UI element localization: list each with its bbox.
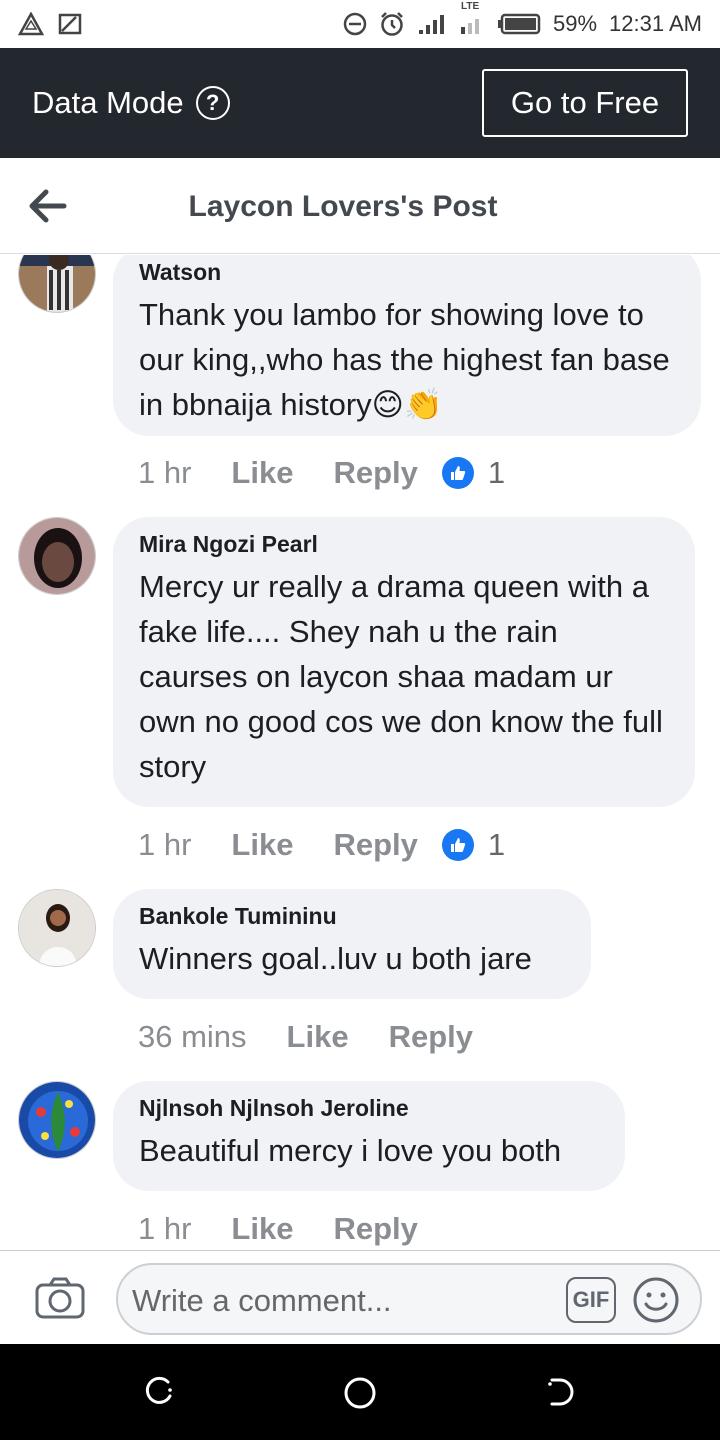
page-title: Laycon Lovers's Post [188,190,498,223]
comment-time[interactable]: 1 hr [138,1211,191,1247]
status-bar: LTE 59% 12:31 AM [0,0,720,48]
camera-icon[interactable] [34,1275,86,1326]
battery-icon [497,13,541,35]
comment-author[interactable]: Njlnsoh Njlnsoh Jeroline [139,1095,599,1122]
reply-button[interactable]: Reply [389,1019,473,1055]
like-button[interactable]: Like [231,1211,293,1247]
comment-text: Winners goal..luv u both jare [139,941,532,976]
data-mode-label: Data Mode [32,85,184,120]
reply-button[interactable]: Reply [333,827,417,863]
comment-bubble[interactable]: Watson Thank you lambo for showing love … [113,255,701,436]
reply-button[interactable]: Reply [333,1211,417,1247]
comment-author[interactable]: Watson [139,259,675,286]
back-icon[interactable] [544,1376,576,1413]
comment-time[interactable]: 36 mins [138,1019,247,1055]
warning-icon [18,12,44,36]
data-mode-bar: Data Mode ? Go to Free [0,48,720,158]
comment-input[interactable]: Write a comment... GIF [116,1263,702,1335]
avatar[interactable] [18,255,96,313]
comment-time[interactable]: 1 hr [138,827,191,863]
comment-composer: Write a comment... GIF [0,1250,720,1344]
question-circle-icon[interactable]: ? [195,86,230,120]
comment-actions: 1 hr Like Reply 1 [138,455,505,491]
go-to-free-button[interactable]: Go to Free [482,69,688,137]
comment-time[interactable]: 1 hr [138,455,191,491]
comment-author[interactable]: Mira Ngozi Pearl [139,531,669,558]
recent-apps-icon[interactable] [144,1376,176,1413]
comment-text: Beautiful mercy i love you both [139,1133,562,1168]
comment-bubble[interactable]: Njlnsoh Njlnsoh Jeroline Beautiful mercy… [113,1081,625,1191]
system-nav-bar [0,1344,720,1440]
reaction-count[interactable]: 1 [488,827,505,863]
avatar[interactable] [18,1081,96,1159]
thumbs-up-icon [441,457,474,489]
do-not-disturb-icon [343,12,367,36]
avatar[interactable] [18,889,96,967]
reply-button[interactable]: Reply [333,455,417,491]
post-header: Laycon Lovers's Post [0,158,720,254]
comment-actions: 1 hr Like Reply 1 [138,827,505,863]
reaction-count[interactable]: 1 [488,455,505,491]
clock: 12:31 AM [609,11,702,36]
signal-icon [417,13,447,35]
comment-actions: 1 hr Like Reply [138,1211,458,1247]
gif-button[interactable]: GIF [566,1277,616,1323]
comment-bubble[interactable]: Mira Ngozi Pearl Mercy ur really a drama… [113,517,695,807]
comment-input-placeholder[interactable]: Write a comment... [132,1283,392,1319]
comment-list[interactable]: Watson Thank you lambo for showing love … [0,255,720,1250]
comment-actions: 36 mins Like Reply [138,1019,513,1055]
alarm-icon [379,11,405,37]
comment-text: Mercy ur really a drama queen with a fak… [139,569,663,784]
comment-text: Thank you lambo for showing love to our … [139,297,670,422]
image-icon [58,13,82,35]
comment-author[interactable]: Bankole Tumininu [139,903,565,930]
avatar[interactable] [18,517,96,595]
like-button[interactable]: Like [287,1019,349,1055]
battery-percent: 59% [553,11,598,36]
lte-signal-icon: LTE [459,1,485,35]
smiley-icon[interactable] [632,1276,680,1329]
like-button[interactable]: Like [231,827,293,863]
like-button[interactable]: Like [231,455,293,491]
thumbs-up-icon [441,829,474,861]
home-icon[interactable] [343,1376,377,1415]
comment-bubble[interactable]: Bankole Tumininu Winners goal..luv u bot… [113,889,591,999]
network-type-label: LTE [461,1,480,12]
